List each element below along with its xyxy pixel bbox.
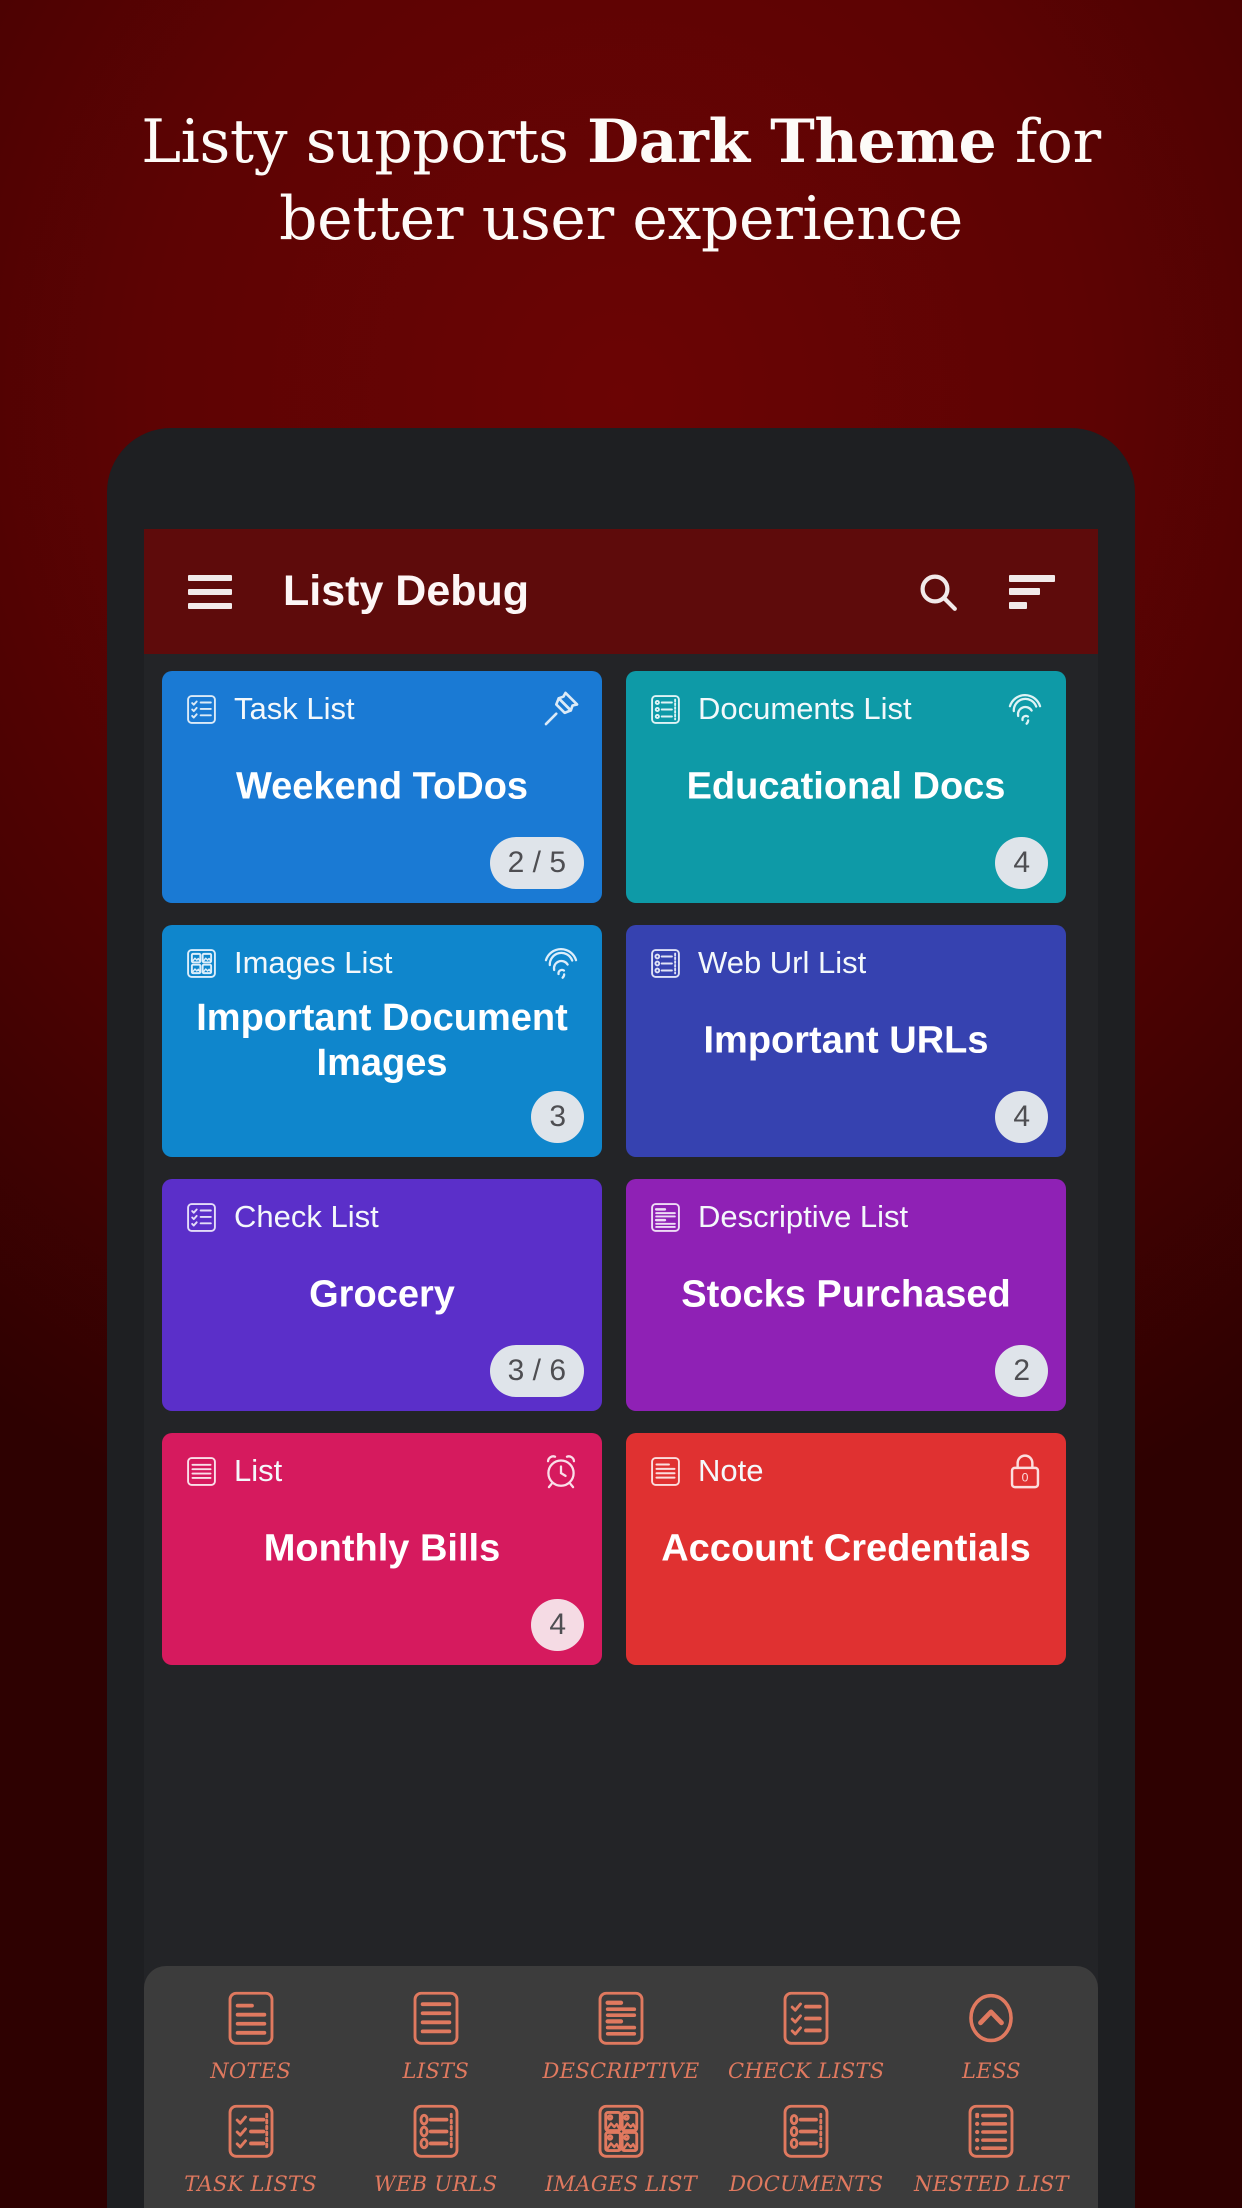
- documents-list-icon: [783, 2104, 829, 2158]
- chevron-up-circle-icon: [969, 1993, 1014, 2043]
- headline-plain-2: for: [996, 107, 1101, 177]
- card-header: Descriptive List: [648, 1199, 1044, 1235]
- fingerprint-icon[interactable]: [540, 942, 582, 984]
- sort-icon[interactable]: [999, 559, 1065, 625]
- card-type-label: Check List: [234, 1199, 379, 1234]
- check-list-icon: [187, 1202, 216, 1232]
- card-header: Check List: [184, 1199, 580, 1235]
- list-card[interactable]: Note 0 Account Credentials: [626, 1433, 1066, 1665]
- headline-line-2: better user experience: [279, 183, 963, 254]
- list-card[interactable]: Web Url List Important URLs 4: [626, 925, 1066, 1157]
- page-title: Listy Debug: [283, 567, 530, 615]
- card-count-badge: 2: [995, 1345, 1048, 1397]
- list-icon: [413, 1991, 459, 2045]
- card-header: Task List: [184, 691, 580, 727]
- list-card[interactable]: Documents List Educational Docs 4: [626, 671, 1066, 903]
- toolbar-label: IMAGES LIST: [544, 2172, 698, 2196]
- card-title: Stocks Purchased: [681, 1273, 1011, 1316]
- toolbar-label: NOTES: [210, 2059, 292, 2083]
- card-header: Documents List: [648, 691, 1044, 727]
- toolbar-label: NESTED LIST: [913, 2172, 1069, 2196]
- card-count-badge: 3 / 6: [489, 1345, 584, 1397]
- card-header: Images List: [184, 945, 580, 981]
- task-list-icon: [228, 2104, 274, 2158]
- images-list-icon: [187, 948, 216, 978]
- check-list-icon: [783, 1991, 829, 2045]
- web-url-list-icon: [413, 2104, 459, 2158]
- lock-icon[interactable]: 0: [1004, 1450, 1046, 1492]
- card-title: Educational Docs: [686, 765, 1006, 808]
- toolbar-label: WEB URLS: [374, 2172, 498, 2196]
- card-title: Important URLs: [703, 1019, 989, 1062]
- toolbar-label: TASK LISTS: [184, 2172, 317, 2196]
- toolbar-item-lists[interactable]: LISTS: [343, 1988, 528, 2083]
- hamburger-menu-icon[interactable]: [177, 559, 243, 625]
- search-icon[interactable]: [905, 559, 971, 625]
- list-card[interactable]: Images List Important Document Images 3: [162, 925, 602, 1157]
- card-count-badge: 4: [995, 1091, 1048, 1143]
- toolbar-item-images-list[interactable]: IMAGES LIST: [528, 2101, 713, 2196]
- card-count-badge: 4: [995, 837, 1048, 889]
- card-title: Monthly Bills: [263, 1527, 501, 1570]
- headline-plain-1: Listy supports: [141, 107, 588, 177]
- toolbar-item-descriptive[interactable]: DESCRIPTIVE: [528, 1988, 713, 2083]
- toolbar-label: LISTS: [402, 2059, 470, 2083]
- toolbar-label: LESS: [961, 2059, 1021, 2083]
- documents-list-icon: [651, 694, 680, 724]
- lock-count: 0: [1022, 1471, 1029, 1485]
- list-card[interactable]: Task List Weekend ToDos 2 / 5: [162, 671, 602, 903]
- descriptive-list-icon: [598, 1991, 644, 2045]
- card-title: Account Credentials: [661, 1527, 1031, 1570]
- app-bar: Listy Debug: [144, 529, 1098, 654]
- toolbar-label: CHECK LISTS: [727, 2059, 885, 2083]
- card-title: Grocery: [309, 1273, 455, 1316]
- list-card[interactable]: Check List Grocery 3 / 6: [162, 1179, 602, 1411]
- toolbar-row-2: TASK LISTS WEB URLS IMAGES LIST DOCUMENT…: [158, 2101, 1084, 2196]
- note-icon: [228, 1991, 274, 2045]
- card-header: Note: [648, 1453, 1044, 1489]
- card-title: Important Document Images: [196, 997, 568, 1084]
- toolbar-item-documents[interactable]: DOCUMENTS: [714, 2101, 899, 2196]
- list-card[interactable]: List Monthly Bills 4: [162, 1433, 602, 1665]
- card-type-label: Web Url List: [698, 945, 867, 980]
- card-header: List: [184, 1453, 580, 1489]
- card-title: Weekend ToDos: [235, 765, 529, 808]
- task-list-icon: [187, 694, 216, 724]
- descriptive-list-icon: [651, 1202, 680, 1232]
- web-url-list-icon: [651, 948, 680, 978]
- nested-list-icon: [968, 2104, 1014, 2158]
- card-count-badge: 4: [531, 1599, 584, 1651]
- card-count-badge: 2 / 5: [489, 837, 584, 889]
- pin-icon[interactable]: [540, 688, 582, 730]
- images-list-icon: [598, 2104, 644, 2158]
- fingerprint-icon[interactable]: [1004, 688, 1046, 730]
- toolbar-row-1: NOTES LISTS DESCRIPTIVE CHECK LISTS LESS: [158, 1988, 1084, 2083]
- card-header: Web Url List: [648, 945, 1044, 981]
- alarm-clock-icon[interactable]: [540, 1450, 582, 1492]
- list-card[interactable]: Descriptive List Stocks Purchased 2: [626, 1179, 1066, 1411]
- card-type-label: Images List: [234, 945, 393, 980]
- toolbar-item-less[interactable]: LESS: [899, 1988, 1084, 2083]
- phone-screen: Listy Debug Task List Weekend ToDos 2 / …: [144, 529, 1098, 2208]
- bottom-toolbar: NOTES LISTS DESCRIPTIVE CHECK LISTS LESS…: [144, 1966, 1098, 2208]
- toolbar-item-task-lists[interactable]: TASK LISTS: [158, 2101, 343, 2196]
- card-type-label: Note: [698, 1453, 764, 1488]
- toolbar-item-web-urls[interactable]: WEB URLS: [343, 2101, 528, 2196]
- list-card-grid: Task List Weekend ToDos 2 / 5 Documents …: [144, 654, 1098, 1665]
- toolbar-item-notes[interactable]: NOTES: [158, 1988, 343, 2083]
- headline-bold: Dark Theme: [587, 107, 997, 177]
- toolbar-item-check-lists[interactable]: CHECK LISTS: [714, 1988, 899, 2083]
- toolbar-label: DOCUMENTS: [729, 2172, 884, 2196]
- card-type-label: Documents List: [698, 691, 912, 726]
- toolbar-item-nested-list[interactable]: NESTED LIST: [899, 2101, 1084, 2196]
- list-icon: [187, 1456, 216, 1486]
- card-count-badge: 3: [531, 1091, 584, 1143]
- card-type-label: Task List: [234, 691, 355, 726]
- card-type-label: List: [234, 1453, 283, 1488]
- phone-frame: Listy Debug Task List Weekend ToDos 2 / …: [107, 428, 1135, 2208]
- card-type-label: Descriptive List: [698, 1199, 909, 1234]
- toolbar-label: DESCRIPTIVE: [542, 2059, 700, 2083]
- promo-headline: Listy supports Dark Theme for better use…: [0, 104, 1242, 258]
- note-icon: [651, 1456, 680, 1486]
